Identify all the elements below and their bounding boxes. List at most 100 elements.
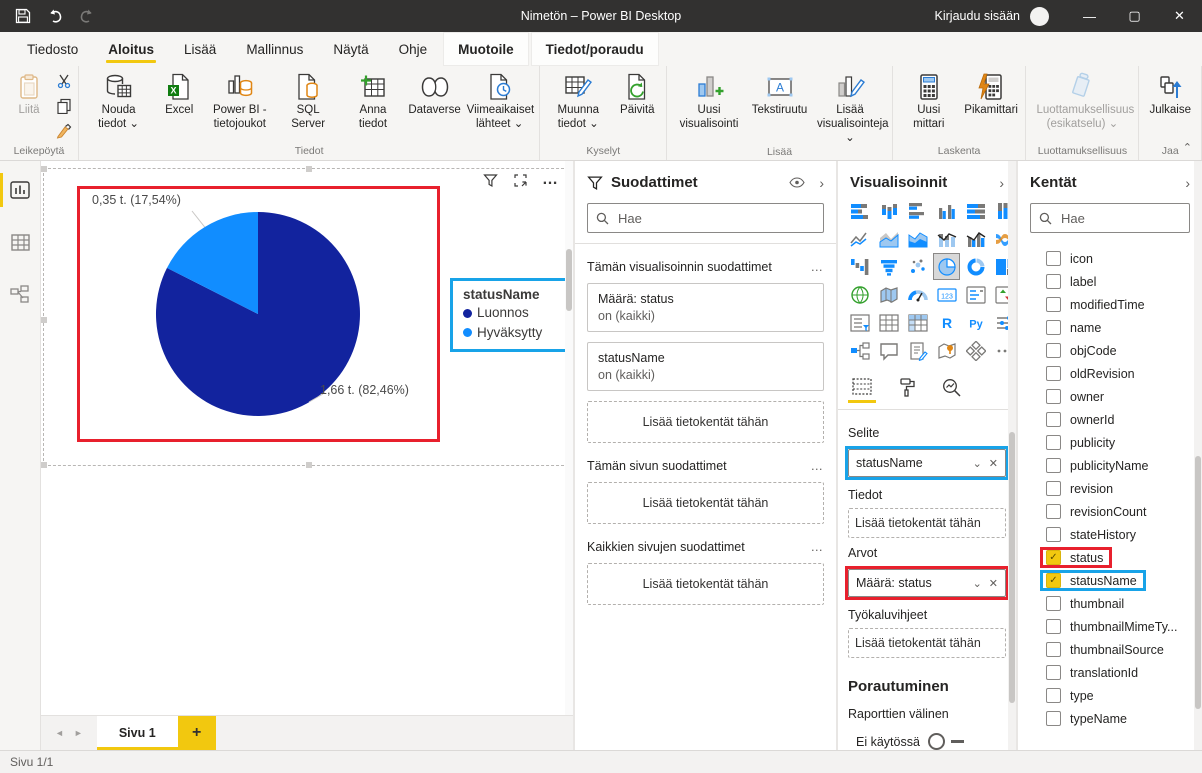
fields-search[interactable] [1030,203,1190,233]
focus-mode-icon[interactable] [512,172,528,188]
line-and-clustered-column-chart-icon[interactable] [962,225,989,252]
remove-field-icon[interactable]: ✕ [989,577,998,590]
tab-ohje[interactable]: Ohje [384,32,443,66]
tab-n-yt-[interactable]: Näytä [318,32,383,66]
pie-chart[interactable] [80,189,437,439]
scissors-icon[interactable] [56,73,72,89]
field-checkbox-revision[interactable] [1046,481,1061,496]
field-row-revisionCount[interactable]: revisionCount [1018,500,1202,523]
page-tab[interactable]: Sivu 1 [97,716,178,750]
line-and-stacked-column-chart-icon[interactable] [933,225,960,252]
field-row-label[interactable]: label [1018,270,1202,293]
more-options-icon[interactable]: … [811,459,825,473]
pbi-datasets-button[interactable]: Power BI -tietojoukot [204,69,275,132]
filters-search[interactable] [587,203,824,233]
previous-page-icon[interactable]: ◄ [55,728,64,738]
waterfall-chart-icon[interactable] [846,253,873,280]
field-checkbox-label[interactable] [1046,274,1061,289]
filters-search-input[interactable] [616,210,815,227]
arcgis-map-icon[interactable] [933,337,960,364]
new-visual-button[interactable]: Uusi visualisointi [671,69,746,132]
new-measure-button[interactable]: Uusi mittari [897,69,961,132]
field-row-status[interactable]: ✓status [1018,546,1202,569]
tab-aloitus[interactable]: Aloitus [93,32,169,66]
line-chart-icon[interactable] [846,225,873,252]
cross-report-toggle[interactable] [928,733,945,750]
filter-drop-zone[interactable]: Lisää tietokentät tähän [587,563,824,605]
field-checkbox-translationId[interactable] [1046,665,1061,680]
pie-visual-container[interactable]: … 0,35 t. (17,54%) 1,66 t. (82,46%) stat… [43,168,569,466]
field-row-icon[interactable]: icon [1018,247,1202,270]
database-button[interactable]: Nouda tiedot ⌄ [83,69,154,132]
filled-map-icon[interactable] [875,281,902,308]
legend-item-Luonnos[interactable]: Luonnos [463,303,569,323]
avatar[interactable] [1030,7,1049,26]
field-checkbox-status[interactable]: ✓ [1046,550,1061,565]
fields-search-input[interactable] [1059,210,1202,227]
field-checkbox-publicityName[interactable] [1046,458,1061,473]
well-drop-zone[interactable]: Lisää tietokentät tähän [848,628,1006,658]
field-checkbox-thumbnailSource[interactable] [1046,642,1061,657]
python-visual-icon[interactable]: Py [962,309,989,336]
clipboard-button[interactable]: Liitä [4,69,54,118]
chevron-down-icon[interactable]: ⌄ [973,457,982,470]
tab-format[interactable] [898,378,916,403]
field-row-revision[interactable]: revision [1018,477,1202,500]
legend-item-Hyväksytty[interactable]: Hyväksytty [463,323,569,343]
more-options-icon[interactable]: … [542,172,558,188]
field-checkbox-revisionCount[interactable] [1046,504,1061,519]
well-drop-zone[interactable]: Lisää tietokentät tähän [848,508,1006,538]
recent-sources-button[interactable]: Viimeaikaiset lähteet ⌄ [464,69,535,132]
field-checkbox-modifiedTime[interactable] [1046,297,1061,312]
collapse-ribbon-icon[interactable]: ⌃ [1183,141,1192,154]
filter-card-Määrä: status[interactable]: Määrä: statuson (kaikki) [587,283,824,332]
minimize-button[interactable]: — [1067,0,1112,32]
chevron-down-icon[interactable]: ⌄ [973,577,982,590]
maximize-button[interactable]: ▢ [1112,0,1157,32]
field-row-type[interactable]: type [1018,684,1202,707]
field-row-thumbnailMimeTy...[interactable]: thumbnailMimeTy... [1018,615,1202,638]
transform-data-button[interactable]: Muunna tiedot ⌄ [544,69,612,132]
stacked-column-chart-icon[interactable] [875,197,902,224]
area-chart-icon[interactable] [875,225,902,252]
eye-icon[interactable] [789,177,805,188]
dataverse-button[interactable]: Dataverse [405,69,464,118]
field-row-statusName[interactable]: ✓statusName [1018,569,1202,592]
resize-handle[interactable] [41,462,47,468]
fields-scrollbar[interactable] [1194,161,1202,750]
field-checkbox-typeName[interactable] [1046,711,1061,726]
field-row-publicity[interactable]: publicity [1018,431,1202,454]
100-stacked-bar-chart-icon[interactable] [962,197,989,224]
tab-muotoile[interactable]: Muotoile [443,32,529,66]
collapse-pane-icon[interactable]: › [999,175,1004,191]
field-row-objCode[interactable]: objCode [1018,339,1202,362]
sign-in-link[interactable]: Kirjaudu sisään [935,9,1020,23]
more-options-icon[interactable]: … [811,260,825,274]
enter-data-button[interactable]: Anna tiedot [341,69,405,132]
smart-narrative-icon[interactable] [904,337,931,364]
filter-drop-zone[interactable]: Lisää tietokentät tähän [587,401,824,443]
slicer-icon[interactable] [846,309,873,336]
close-button[interactable]: ✕ [1157,0,1202,32]
funnel-chart-icon[interactable] [875,253,902,280]
more-options-icon[interactable]: … [811,540,825,554]
field-checkbox-stateHistory[interactable] [1046,527,1061,542]
format-painter-icon[interactable] [56,123,72,139]
field-row-translationId[interactable]: translationId [1018,661,1202,684]
r-script-icon[interactable]: R [933,309,960,336]
field-row-thumbnailSource[interactable]: thumbnailSource [1018,638,1202,661]
field-checkbox-thumbnailMimeTy...[interactable] [1046,619,1061,634]
data-view-button[interactable] [0,227,40,257]
field-checkbox-publicity[interactable] [1046,435,1061,450]
tab-mallinnus[interactable]: Mallinnus [231,32,318,66]
field-row-oldRevision[interactable]: oldRevision [1018,362,1202,385]
clustered-column-chart-icon[interactable] [933,197,960,224]
resize-handle[interactable] [41,166,47,172]
field-row-stateHistory[interactable]: stateHistory [1018,523,1202,546]
sql-server-button[interactable]: SQL Server [275,69,341,132]
field-row-publicityName[interactable]: publicityName [1018,454,1202,477]
matrix-icon[interactable] [904,309,931,336]
tab-fields[interactable] [852,378,872,403]
field-row-owner[interactable]: owner [1018,385,1202,408]
donut-chart-icon[interactable] [962,253,989,280]
